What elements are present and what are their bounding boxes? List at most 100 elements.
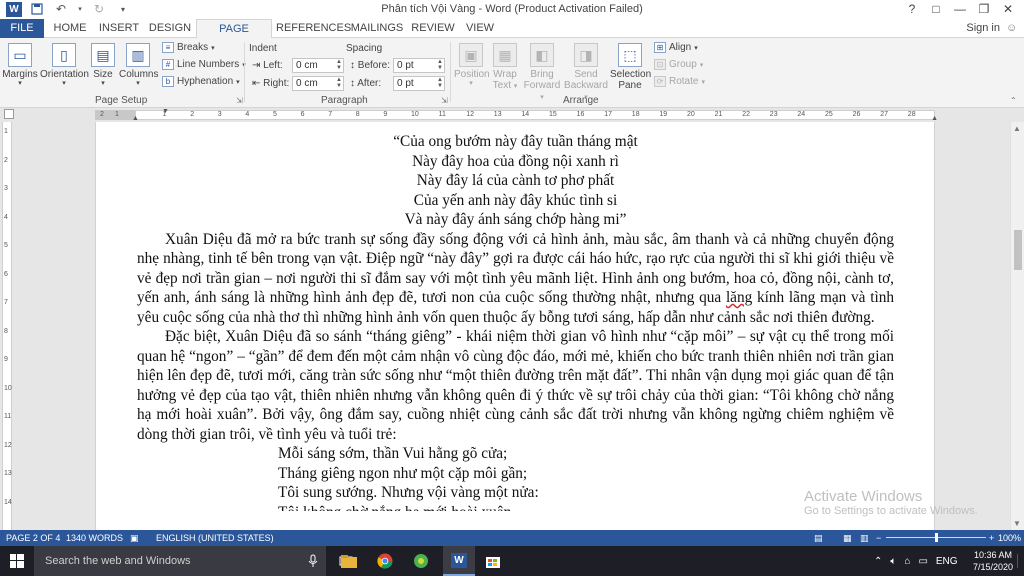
microphone-icon[interactable] [297,546,329,576]
spacing-after-input[interactable]: 0 pt ▲ ▼ [393,76,445,91]
zoom-out-button[interactable]: − [876,533,881,543]
position-button[interactable]: ▣ Position ▾ [454,40,490,88]
word-taskbar-icon[interactable]: W [443,546,475,576]
breaks-button[interactable]: ≡ Breaks ▾ [162,42,215,53]
indent-left-input[interactable]: 0 cm ▲ ▼ [292,58,344,73]
zoom-level[interactable]: 100% [998,533,1021,543]
vertical-ruler-number: 7 [4,299,8,306]
tab-view[interactable]: VIEW [462,19,498,38]
minimize-button[interactable]: — [948,0,972,18]
volume-icon[interactable]: 🔈︎ [890,556,896,567]
group-button[interactable]: ⊡ Group ▾ [654,59,703,70]
ruler-track[interactable]: ▼ ▲ ▲ [132,108,938,122]
scrollbar-thumb[interactable] [1014,230,1022,270]
page-count[interactable]: PAGE 2 OF 4 [6,533,60,543]
tab-file[interactable]: FILE [0,19,44,38]
sign-in-link[interactable]: Sign in [966,22,1000,34]
show-desktop-button[interactable] [1017,554,1024,568]
tab-page-layout[interactable]: PAGE LAYOUT [196,19,272,54]
tab-selector-icon[interactable] [4,109,14,119]
tab-mailings[interactable]: MAILINGS [350,19,404,38]
spinner-arrows-icon[interactable]: ▲ ▼ [437,59,443,71]
read-mode-icon[interactable]: ▤ [814,533,823,544]
taskbar-clock[interactable]: 10:36 AM 7/15/2020 [968,549,1018,573]
green-app-icon[interactable] [405,546,437,576]
spelling-error[interactable]: lăng [726,289,752,306]
indent-right-label: ⇤ Right: [252,78,290,89]
document-page[interactable]: “Của ong bướm này đây tuần tháng mật Này… [95,122,935,530]
bring-forward-button[interactable]: ◧ Bring Forward ▾ [522,40,562,102]
system-tray: ⌃ 🔈︎ ⌂ ▭ ENG [874,546,958,576]
account-icon[interactable]: ☺ [1006,22,1018,34]
file-explorer-icon[interactable] [333,546,365,576]
document-workspace[interactable]: “Của ong bướm này đây tuần tháng mật Này… [14,122,1010,530]
ruler-number: 24 [797,111,806,118]
tab-references[interactable]: REFERENCES [276,19,351,38]
zoom-slider[interactable] [886,533,986,542]
vertical-ruler-number: 13 [4,470,12,477]
ruler-number: 5 [273,111,277,118]
hyphenation-icon: b [162,76,174,87]
tab-home[interactable]: HOME [50,19,90,38]
zoom-in-button[interactable]: + [989,533,994,543]
close-button[interactable]: ✕ [996,0,1020,18]
tab-design[interactable]: DESIGN [148,19,192,38]
poem-line: Tôi không chờ nắng hạ mới hoài xuân. [137,503,894,511]
indent-right-input[interactable]: 0 cm ▲ ▼ [292,76,344,91]
horizontal-ruler[interactable]: ▼ ▲ ▲ 1 2 1 2 3 4 5 6 7 8 9 10 11 12 13 14 15 16 17 18 19 20 2… [0,108,1024,122]
ruler-number: 19 [659,111,668,118]
line-numbers-button[interactable]: #Line Numbers▾ [162,59,246,70]
chevron-down-icon: ▾ [136,80,140,87]
vertical-ruler[interactable]: 1 2 3 4 5 6 7 8 9 10 11 12 13 14 [0,122,14,530]
orientation-button[interactable]: ▯ Orientation ▾ [40,40,89,88]
help-button[interactable]: ? [900,0,924,18]
columns-button[interactable]: ▥ Columns ▾ [119,40,158,88]
chevron-down-icon: ▾ [101,80,105,87]
store-icon[interactable] [477,546,509,576]
tab-insert[interactable]: INSERT [96,19,142,38]
bring-forward-icon: ◧ [530,43,554,67]
word-count[interactable]: 1340 WORDS [66,533,123,543]
document-body[interactable]: “Của ong bướm này đây tuần tháng mật Này… [137,132,894,511]
battery-icon[interactable]: ▭ [918,556,927,567]
proofing-icon[interactable]: ▣ [130,533,139,544]
hanging-indent-icon[interactable]: ▲ [132,115,139,122]
language-indicator[interactable]: ENGLISH (UNITED STATES) [156,533,274,543]
rotate-button[interactable]: ⟳ Rotate ▾ [654,76,705,87]
network-icon[interactable]: ⌂ [904,556,910,567]
chrome-icon[interactable] [369,546,401,576]
spacing-before-input[interactable]: 0 pt ▲ ▼ [393,58,445,73]
tab-review[interactable]: REVIEW [410,19,456,38]
input-language[interactable]: ENG [936,556,958,567]
hyphenation-button[interactable]: b Hyphenation ▾ [162,76,240,87]
print-layout-icon[interactable]: ▦ [843,533,852,544]
show-hidden-icons-icon[interactable]: ⌃ [874,556,882,567]
web-layout-icon[interactable]: ▥ [860,533,869,544]
right-indent-icon[interactable]: ▲ [931,115,938,122]
spinner-arrows-icon[interactable]: ▲ ▼ [336,59,342,71]
page-setup-launcher-icon[interactable]: ⇲ [236,96,243,105]
paragraph-launcher-icon[interactable]: ⇲ [441,96,448,105]
ruler-number: 15 [549,111,557,118]
scroll-up-icon[interactable]: ▲ [1013,124,1021,133]
spinner-arrows-icon[interactable]: ▲ ▼ [437,77,443,89]
vertical-ruler-number: 2 [4,156,8,164]
size-button[interactable]: ▤ Size ▾ [90,40,116,88]
wrap-text-button[interactable]: ▦ Wrap Text ▾ [490,40,520,91]
scroll-down-icon[interactable]: ▼ [1013,519,1021,528]
selection-pane-button[interactable]: ⬚ Selection Pane [610,40,651,91]
ribbon-display-options-button[interactable]: □ [924,0,948,18]
zoom-slider-knob[interactable] [935,533,938,542]
vertical-scrollbar[interactable]: ▲ ▼ [1010,122,1024,530]
align-button[interactable]: ⊞ Align ▾ [654,42,698,53]
ruler-number: 14 [521,111,530,118]
spinner-arrows-icon[interactable]: ▲ ▼ [336,77,342,89]
taskbar-search-input[interactable]: Search the web and Windows [34,546,326,576]
send-backward-button[interactable]: ◨ Send Backward ▾ [564,40,608,102]
margins-button[interactable]: ▭ Margins ▾ [2,40,38,88]
start-button[interactable] [0,546,34,576]
collapse-ribbon-icon[interactable]: ⌃ [1010,96,1017,105]
clock-time: 10:36 AM [973,550,1013,560]
restore-button[interactable]: ❐ [972,0,996,18]
windows-taskbar: Search the web and Windows W ⌃ 🔈︎ ⌂ ▭ EN… [0,546,1024,576]
